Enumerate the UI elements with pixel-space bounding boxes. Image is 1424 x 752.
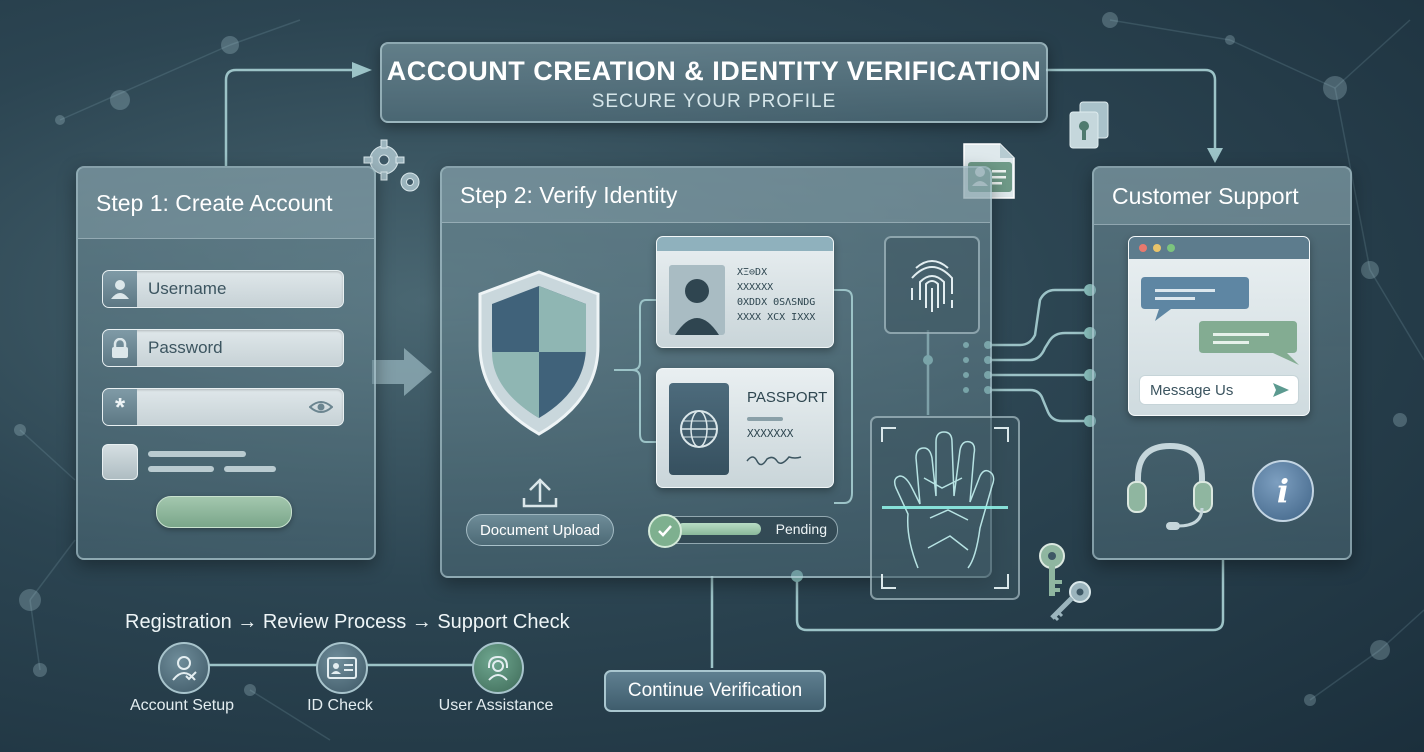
confirm-password-field[interactable]: *: [102, 388, 344, 426]
user-icon: [103, 271, 137, 307]
title-banner: ACCOUNT CREATION & IDENTITY VERIFICATION…: [380, 42, 1048, 123]
message-placeholder: Message Us: [1150, 382, 1234, 399]
passport-number: XXXXXXX: [747, 427, 794, 440]
step1-panel: Step 1: Create Account Username Password…: [76, 166, 376, 560]
fingerprint-scanner: [884, 236, 980, 334]
support-title: Customer Support: [1094, 168, 1350, 225]
username-field[interactable]: Username: [102, 270, 344, 308]
close-dot-icon[interactable]: [1139, 244, 1147, 252]
upload-icon: [522, 478, 558, 508]
signature-icon: [746, 456, 802, 466]
chat-window: Message Us: [1128, 236, 1310, 416]
terms-checkbox[interactable]: [102, 444, 138, 480]
globe-icon: [669, 383, 729, 475]
password-field[interactable]: Password: [102, 329, 344, 367]
palm-scanner: [870, 416, 1020, 600]
flow-step-label: User Assistance: [438, 697, 554, 714]
password-placeholder: Password: [148, 338, 223, 357]
support-panel: Customer Support Message Us i: [1092, 166, 1352, 560]
id-card: XΞ⊖DX XXXXXX ΘXDDX ΘSΛSNDG XXXX XCX IXXX: [656, 236, 834, 348]
message-input[interactable]: Message Us: [1139, 375, 1299, 405]
shield-icon: [478, 270, 600, 436]
placeholder-line: [224, 466, 276, 472]
lock-icon: [103, 330, 137, 366]
status-label: Pending: [775, 521, 827, 537]
document-upload-button[interactable]: Document Upload: [466, 514, 614, 546]
username-placeholder: Username: [148, 279, 227, 298]
connector-bracket: [834, 289, 853, 504]
placeholder-line: [148, 451, 246, 457]
flow-step-label: ID Check: [307, 697, 373, 714]
eye-icon[interactable]: [309, 399, 333, 415]
hand-scan-icon: [881, 427, 1009, 589]
flow-heading: Registration → Review Process → Support …: [125, 611, 570, 633]
passport-label: PASSPORT: [747, 389, 828, 406]
placeholder-line: [148, 466, 214, 472]
passport-card: PASSPORT XXXXXXX: [656, 368, 834, 488]
secure-document-icon: [1069, 101, 1109, 149]
fingerprint-icon: [911, 260, 953, 312]
id-card-text: XΞ⊖DX XXXXXX ΘXDDX ΘSΛSNDG XXXX XCX IXXX: [737, 267, 816, 323]
chat-titlebar: [1129, 237, 1309, 259]
checkmark-icon: [648, 514, 682, 548]
flow-step-label: Account Setup: [129, 697, 235, 714]
user-check-icon[interactable]: [158, 642, 210, 694]
chat-bubble-icon: [1141, 277, 1249, 321]
id-card-icon[interactable]: [316, 642, 368, 694]
page-subtitle: SECURE YOUR PROFILE: [591, 91, 837, 112]
progress-fill: [677, 523, 761, 535]
headset-icon[interactable]: [472, 642, 524, 694]
asterisk-icon: *: [103, 389, 137, 425]
minimize-dot-icon[interactable]: [1153, 244, 1161, 252]
step2-panel: Step 2: Verify Identity XΞ⊖DX XXXXXX ΘXD…: [440, 166, 1020, 600]
chat-reply-bubble-icon: [1199, 321, 1299, 365]
info-icon[interactable]: i: [1252, 460, 1314, 522]
maximize-dot-icon[interactable]: [1167, 244, 1175, 252]
headset-icon: [1127, 442, 1213, 530]
create-account-button[interactable]: [156, 496, 292, 528]
flow-arrow-icon: [372, 348, 432, 396]
send-icon[interactable]: [1272, 382, 1290, 398]
continue-verification-button[interactable]: Continue Verification: [604, 670, 826, 712]
step2-title: Step 2: Verify Identity: [442, 168, 990, 223]
page-title: ACCOUNT CREATION & IDENTITY VERIFICATION: [386, 56, 1042, 86]
id-photo: [669, 265, 725, 335]
step1-title: Step 1: Create Account: [78, 168, 374, 239]
keys-icon: [1039, 543, 1091, 622]
